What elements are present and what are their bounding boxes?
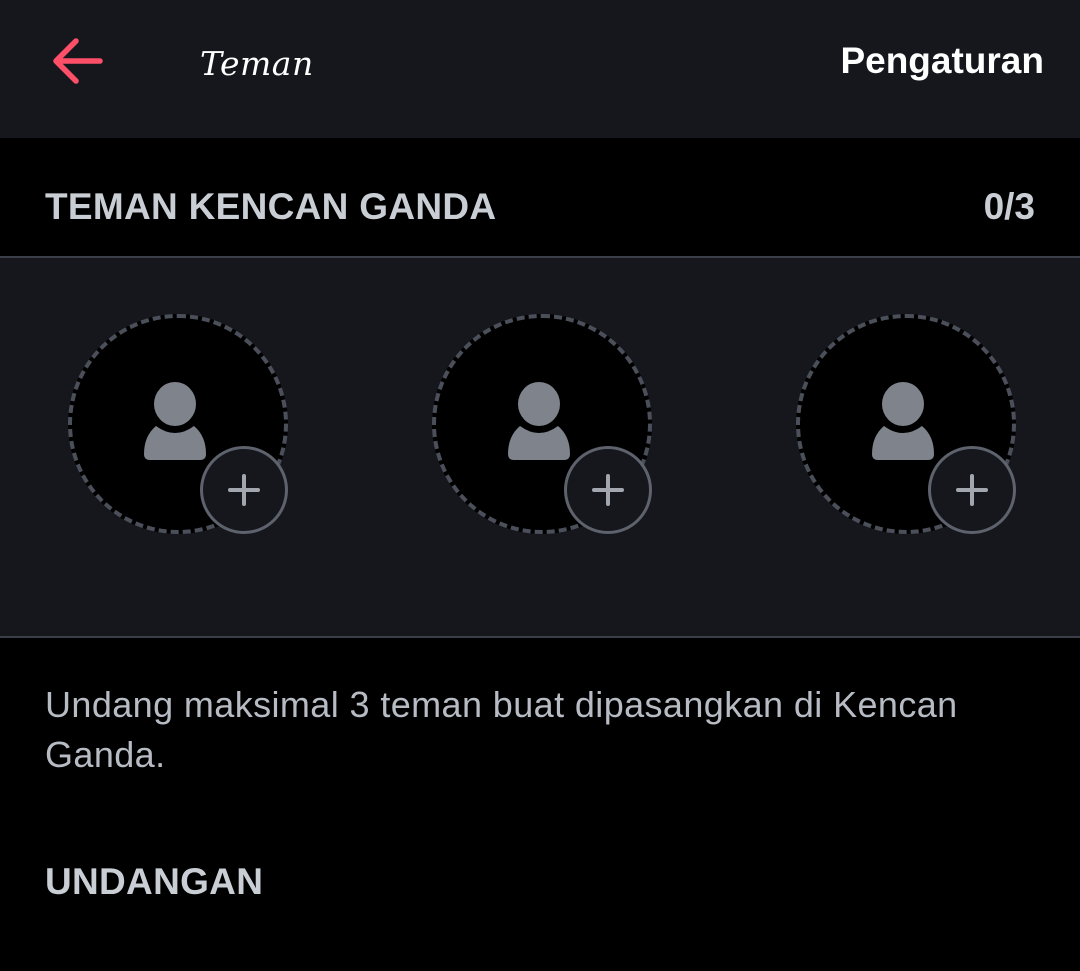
friend-slot-2[interactable] [432,314,654,536]
friends-count: 0/3 [983,186,1035,227]
page-title: Teman [200,44,314,83]
settings-button[interactable]: Pengaturan [840,40,1044,82]
friend-slots-panel [0,256,1080,638]
invites-section-title: UNDANGAN [45,861,264,902]
double-date-description: Undang maksimal 3 teman buat dipasangkan… [45,684,958,775]
plus-icon [956,474,988,506]
double-date-section-header: TEMAN KENCAN GANDA 0/3 [0,138,1080,256]
add-friend-button[interactable] [200,446,288,534]
top-bar: Teman Pengaturan [0,0,1080,138]
arrow-left-icon [53,38,103,84]
person-silhouette-icon [872,382,934,460]
friend-slot-1[interactable] [68,314,290,536]
add-friend-button[interactable] [928,446,1016,534]
person-silhouette-icon [508,382,570,460]
back-button[interactable] [48,34,106,88]
person-silhouette-icon [144,382,206,460]
friend-slot-3[interactable] [796,314,1018,536]
plus-icon [228,474,260,506]
section-title: TEMAN KENCAN GANDA [45,186,497,227]
plus-icon [592,474,624,506]
add-friend-button[interactable] [564,446,652,534]
